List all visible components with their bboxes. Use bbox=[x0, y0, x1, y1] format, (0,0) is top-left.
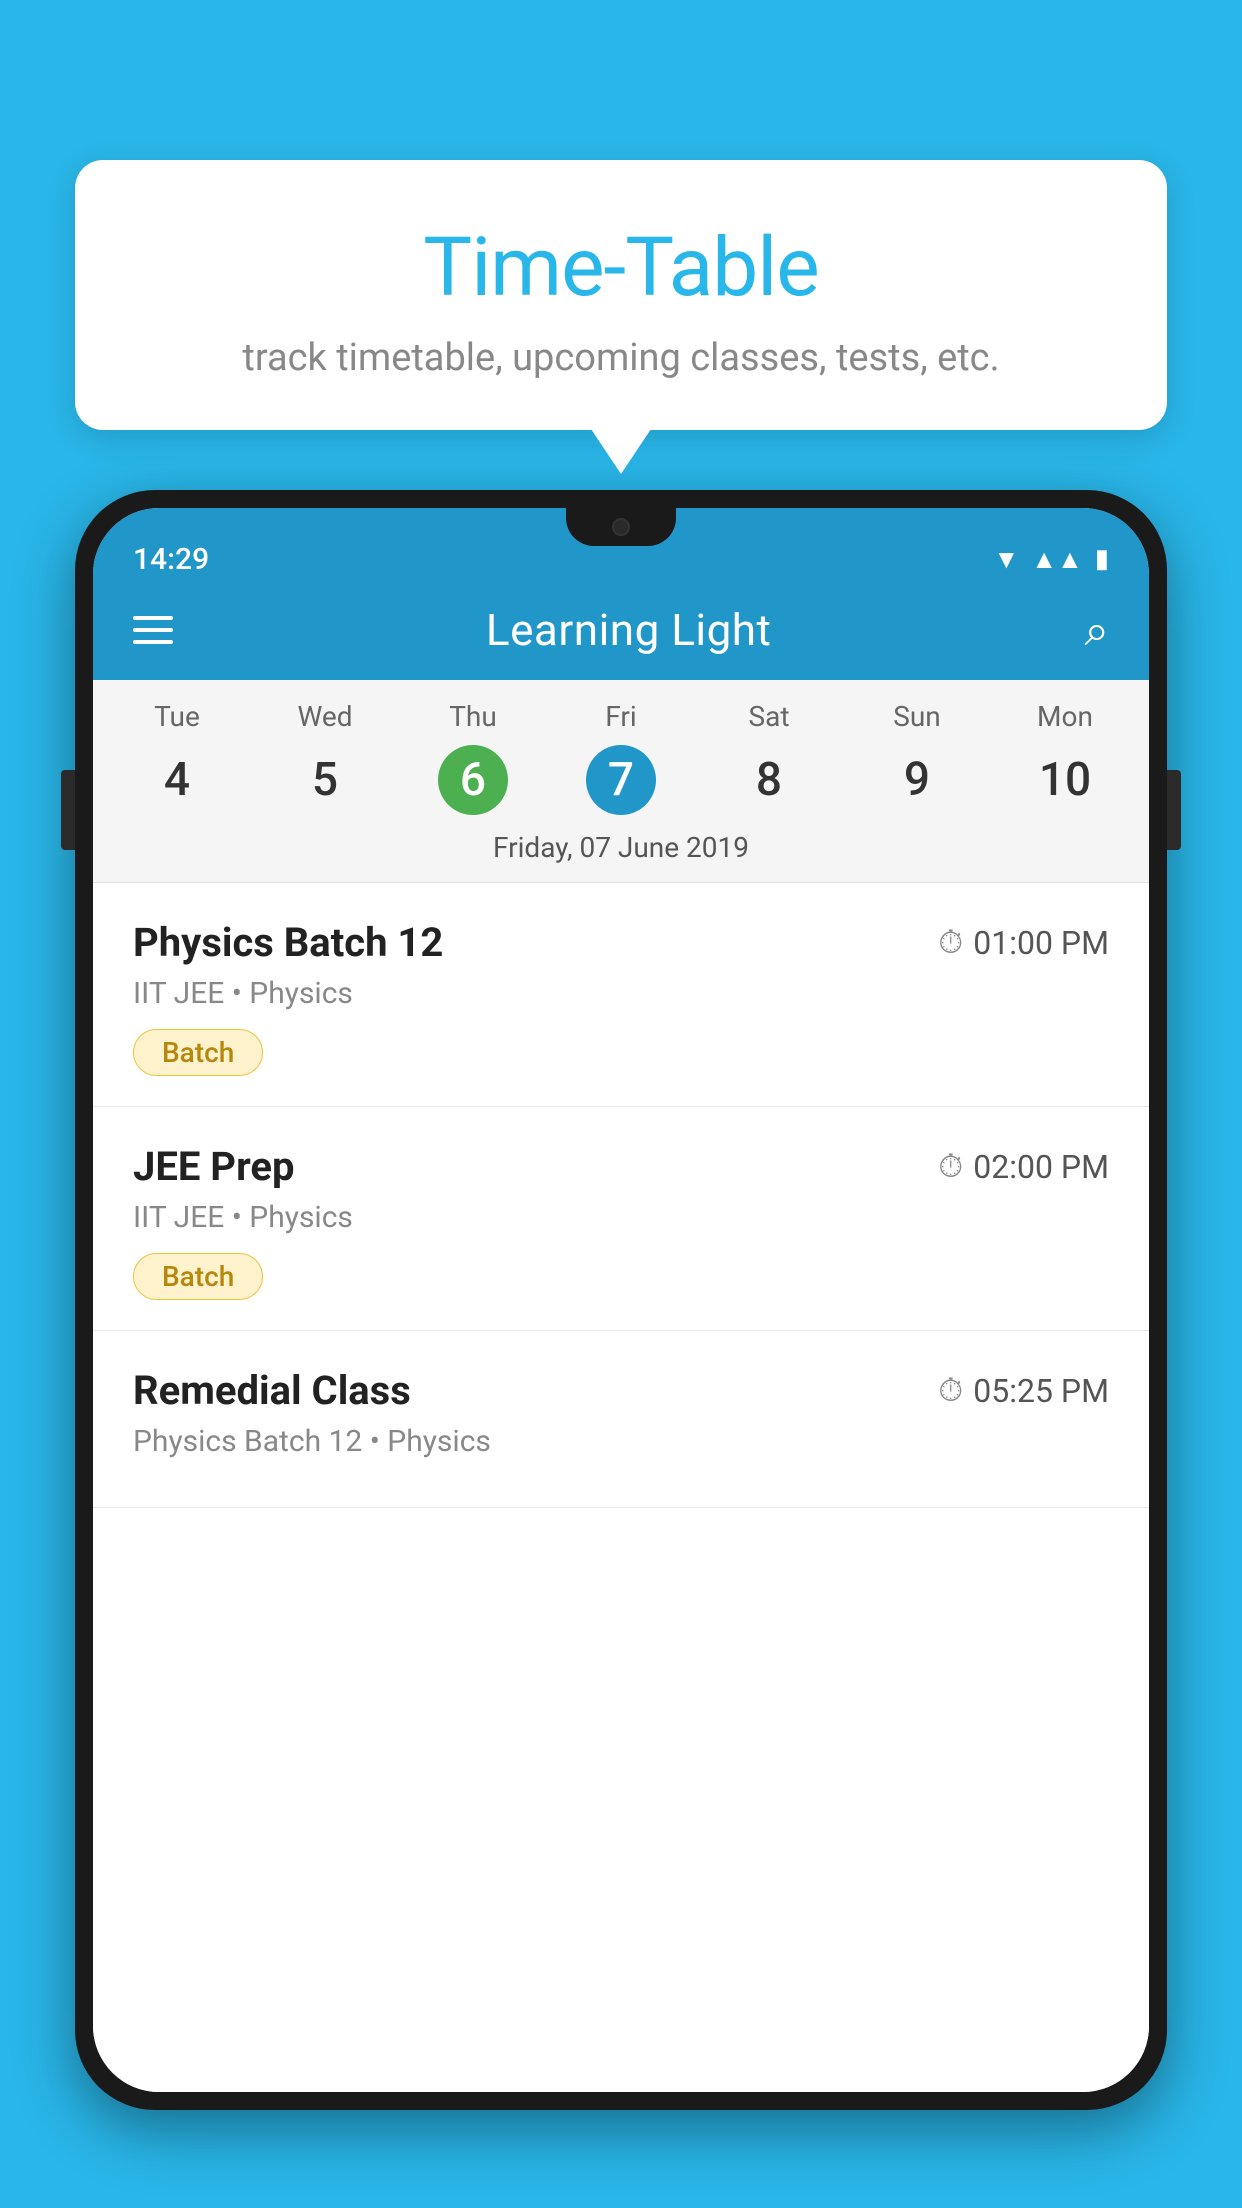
weekday-number[interactable]: 9 bbox=[882, 745, 952, 815]
weekday-number[interactable]: 4 bbox=[142, 745, 212, 815]
schedule-item-time: ⏱ 01:00 PM bbox=[938, 923, 1109, 962]
search-icon[interactable]: ⌕ bbox=[1084, 604, 1109, 656]
weekdays-row: Tue 4 Wed 5 Thu 6 Fri 7 Sat 8 Sun 9 Mon 10 bbox=[93, 680, 1149, 815]
status-icons: ▼ ▲▲ ▮ bbox=[993, 544, 1109, 575]
weekday-name: Mon bbox=[991, 700, 1139, 733]
status-time: 14:29 bbox=[133, 542, 209, 577]
weekday-number[interactable]: 10 bbox=[1030, 745, 1100, 815]
clock-icon: ⏱ bbox=[938, 923, 963, 962]
app-title: Learning Light bbox=[486, 604, 772, 656]
weekday-name: Sat bbox=[695, 700, 843, 733]
tooltip-card: Time-Table track timetable, upcoming cla… bbox=[75, 160, 1167, 430]
tooltip-subtitle: track timetable, upcoming classes, tests… bbox=[125, 336, 1117, 380]
schedule-item-time: ⏱ 02:00 PM bbox=[938, 1147, 1109, 1186]
calendar-section: Tue 4 Wed 5 Thu 6 Fri 7 Sat 8 Sun 9 Mon 10 Friday, 07… bbox=[93, 680, 1149, 883]
schedule-item[interactable]: JEE Prep ⏱ 02:00 PM IIT JEE • Physics Batch bbox=[93, 1107, 1149, 1331]
weekday-cell[interactable]: Wed 5 bbox=[251, 700, 399, 815]
schedule-item[interactable]: Physics Batch 12 ⏱ 01:00 PM IIT JEE • Physi… bbox=[93, 883, 1149, 1107]
weekday-number[interactable]: 6 bbox=[438, 745, 508, 815]
signal-icon: ▲▲ bbox=[1031, 544, 1082, 575]
time-text: 01:00 PM bbox=[973, 924, 1109, 962]
weekday-cell[interactable]: Thu 6 bbox=[399, 700, 547, 815]
battery-icon: ▮ bbox=[1095, 544, 1109, 574]
weekday-name: Wed bbox=[251, 700, 399, 733]
time-text: 05:25 PM bbox=[973, 1372, 1109, 1410]
clock-icon: ⏱ bbox=[938, 1147, 963, 1186]
weekday-number[interactable]: 7 bbox=[586, 745, 656, 815]
clock-icon: ⏱ bbox=[938, 1371, 963, 1410]
weekday-name: Fri bbox=[547, 700, 695, 733]
schedule-list: Physics Batch 12 ⏱ 01:00 PM IIT JEE • Physi… bbox=[93, 883, 1149, 2092]
selected-date-label: Friday, 07 June 2019 bbox=[93, 815, 1149, 883]
phone-outer: 14:29 ▼ ▲▲ ▮ Learning Light ⌕ bbox=[75, 490, 1167, 2110]
weekday-cell[interactable]: Mon 10 bbox=[991, 700, 1139, 815]
phone-wrapper: 14:29 ▼ ▲▲ ▮ Learning Light ⌕ bbox=[75, 490, 1167, 2208]
camera-dot bbox=[612, 518, 630, 536]
phone-notch bbox=[566, 508, 676, 546]
weekday-cell[interactable]: Sun 9 bbox=[843, 700, 991, 815]
schedule-item-subtitle: Physics Batch 12 • Physics bbox=[133, 1424, 1109, 1459]
weekday-number[interactable]: 8 bbox=[734, 745, 804, 815]
time-text: 02:00 PM bbox=[973, 1148, 1109, 1186]
batch-badge: Batch bbox=[133, 1253, 263, 1300]
tooltip-title: Time-Table bbox=[125, 220, 1117, 316]
weekday-name: Sun bbox=[843, 700, 991, 733]
app-bar: Learning Light ⌕ bbox=[93, 580, 1149, 680]
schedule-item-title: Physics Batch 12 bbox=[133, 919, 443, 966]
schedule-item-time: ⏱ 05:25 PM bbox=[938, 1371, 1109, 1410]
batch-badge: Batch bbox=[133, 1029, 263, 1076]
wifi-icon: ▼ bbox=[993, 544, 1019, 575]
schedule-item[interactable]: Remedial Class ⏱ 05:25 PM Physics Batch 12 … bbox=[93, 1331, 1149, 1508]
hamburger-menu-icon[interactable] bbox=[133, 616, 173, 644]
phone-screen: 14:29 ▼ ▲▲ ▮ Learning Light ⌕ bbox=[93, 508, 1149, 2092]
schedule-item-title: Remedial Class bbox=[133, 1367, 411, 1414]
weekday-cell[interactable]: Sat 8 bbox=[695, 700, 843, 815]
weekday-cell[interactable]: Fri 7 bbox=[547, 700, 695, 815]
schedule-item-subtitle: IIT JEE • Physics bbox=[133, 1200, 1109, 1235]
weekday-name: Tue bbox=[103, 700, 251, 733]
schedule-item-title: JEE Prep bbox=[133, 1143, 294, 1190]
weekday-name: Thu bbox=[399, 700, 547, 733]
weekday-number[interactable]: 5 bbox=[290, 745, 360, 815]
schedule-item-subtitle: IIT JEE • Physics bbox=[133, 976, 1109, 1011]
weekday-cell[interactable]: Tue 4 bbox=[103, 700, 251, 815]
